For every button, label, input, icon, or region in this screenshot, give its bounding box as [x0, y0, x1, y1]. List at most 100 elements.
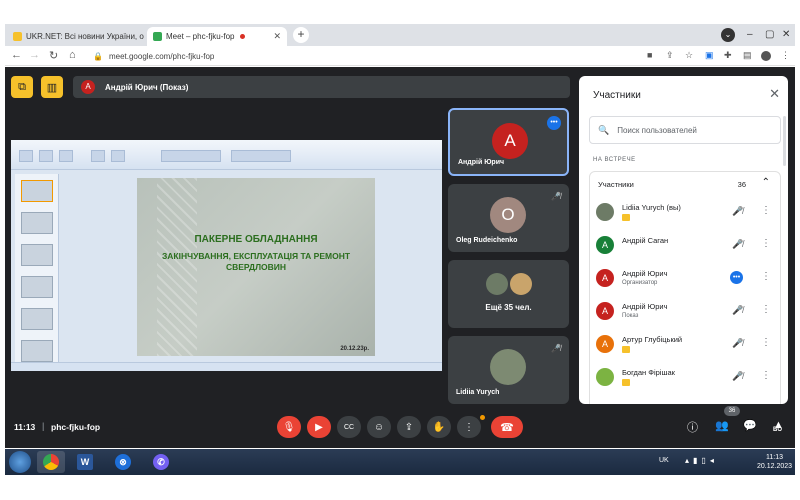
participant-row[interactable]: А Андрій Юрич Показ 🎤̸ ⋮: [596, 296, 776, 326]
more-vert-icon: ⋮: [464, 421, 474, 433]
participant-avatar: O: [490, 197, 526, 233]
more-options-button[interactable]: ⋮: [457, 416, 481, 438]
section-label: НА ВСТРЕЧЕ: [593, 157, 636, 163]
reload-icon[interactable]: ↻: [49, 49, 58, 62]
search-input[interactable]: [617, 125, 778, 135]
participant-name: Артур Глубіцький: [622, 335, 683, 344]
participant-avatar: А: [596, 302, 614, 320]
word-taskbar-app[interactable]: W: [71, 451, 99, 473]
chrome-icon: [43, 454, 59, 470]
start-button[interactable]: [9, 451, 31, 473]
tab-ukrnet[interactable]: UKR.NET: Всі новини України, о ✕: [7, 27, 147, 46]
participant-avatar: [596, 368, 614, 386]
panel-scrollbar[interactable]: [783, 116, 786, 166]
host-badge-icon: [622, 379, 630, 386]
camera-permission-icon[interactable]: ■: [647, 50, 652, 60]
tab-close-icon[interactable]: ✕: [269, 31, 281, 42]
participant-row[interactable]: А Андрій Юрич Организатор ••• ⋮: [596, 263, 776, 293]
url-text: meet.google.com/phc-fjku-fop: [108, 52, 215, 61]
close-panel-icon[interactable]: ✕: [769, 86, 780, 102]
participant-row[interactable]: Lidiia Yurych (вы) 🎤̸ ⋮: [596, 197, 776, 227]
participant-name: Lidiia Yurych: [456, 389, 500, 396]
people-count-badge: 36: [724, 406, 740, 416]
word-icon: W: [77, 454, 93, 470]
home-icon[interactable]: ⌂: [69, 49, 76, 61]
close-window-icon[interactable]: ✕: [782, 29, 790, 40]
clock-time: 11:13: [766, 454, 784, 461]
info-icon[interactable]: ⓘ: [687, 419, 698, 435]
host-badge-icon: [622, 214, 630, 221]
tab-search-icon[interactable]: ⌄: [721, 28, 735, 42]
more-options-icon[interactable]: ⋮: [761, 271, 771, 282]
slide-thumbnail: [21, 212, 53, 234]
extension-icon[interactable]: ▣: [705, 50, 714, 61]
participant-search[interactable]: 🔍: [589, 116, 781, 144]
meet-stage: ⧉ ▥ А Андрій Юрич (Показ) ПАКЕРНЕ ОБЛАДН…: [5, 67, 795, 448]
share-icon[interactable]: ⇪: [666, 50, 674, 61]
slide-thumbnail: [21, 308, 53, 330]
present-button[interactable]: ⇪: [397, 416, 421, 438]
participant-row[interactable]: Богдан Фірішак 🎤̸ ⋮: [596, 362, 776, 392]
address-bar[interactable]: 🔒 meet.google.com/phc-fjku-fop: [93, 49, 653, 64]
viber-taskbar-app[interactable]: ✆: [147, 451, 175, 473]
participant-row[interactable]: А Артур Глубіцький 🎤̸ ⋮: [596, 329, 776, 359]
slide-subtitle: ЗАКІНЧУВАННЯ, ЕКСПЛУАТАЦІЯ ТА РЕМОНТ СВЕ…: [161, 251, 351, 272]
tab-meet[interactable]: Meet – phc-fjku-fop ✕: [147, 27, 287, 46]
chat-icon[interactable]: 💬: [743, 419, 757, 432]
more-participants-tile[interactable]: Ещё 35 чел.: [448, 260, 569, 328]
more-participants-label: Ещё 35 чел.: [485, 303, 532, 312]
browser-menu-icon[interactable]: ⋮: [781, 50, 790, 61]
keyboard-language[interactable]: UK: [659, 457, 669, 464]
meeting-code: phc-fjku-fop: [51, 422, 101, 432]
mic-toggle-button[interactable]: 🎙: [277, 416, 301, 438]
more-options-icon[interactable]: ⋮: [761, 337, 771, 348]
leave-call-button[interactable]: ☎: [491, 416, 523, 438]
separator: |: [42, 421, 45, 431]
speaking-indicator-icon: •••: [730, 271, 743, 284]
slide-thumbnail: [21, 276, 53, 298]
mic-off-icon: 🎤̸: [551, 344, 561, 353]
more-options-icon[interactable]: ⋮: [761, 304, 771, 315]
captions-button[interactable]: CC: [337, 416, 361, 438]
system-clock[interactable]: 11:13 20.12.2023: [757, 453, 792, 471]
more-options-icon[interactable]: ⋮: [761, 238, 771, 249]
current-slide: ПАКЕРНЕ ОБЛАДНАННЯ ЗАКІНЧУВАННЯ, ЕКСПЛУА…: [137, 178, 375, 356]
app-taskbar-app[interactable]: ⊗: [109, 451, 137, 473]
more-options-icon[interactable]: ⋮: [761, 370, 771, 381]
minimize-icon[interactable]: –: [747, 29, 753, 40]
participant-avatar: [596, 203, 614, 221]
collapse-chevron-icon[interactable]: ⌃: [762, 177, 770, 188]
camera-toggle-button[interactable]: ▶: [307, 416, 331, 438]
participant-tile-self[interactable]: 🎤̸ Lidiia Yurych: [448, 336, 569, 404]
participant-row[interactable]: А Андрій Саган 🎤̸ ⋮: [596, 230, 776, 260]
recording-dot-icon: [240, 34, 246, 39]
participant-role: Организатор: [622, 280, 658, 286]
slide-thumbnails: [15, 174, 59, 368]
extension-puzzle-icon[interactable]: ✚: [724, 50, 732, 61]
powerpoint-ribbon: [11, 140, 442, 170]
slide-date: 20.12.23р.: [340, 346, 369, 352]
participant-avatar: А: [596, 236, 614, 254]
group-count: 36: [737, 180, 746, 189]
participant-name: Богдан Фірішак: [622, 368, 675, 377]
reactions-button[interactable]: ☺: [367, 416, 391, 438]
more-options-icon[interactable]: ⋮: [761, 205, 771, 216]
system-tray-icons[interactable]: ▴▮▯◂: [685, 456, 718, 465]
new-tab-button[interactable]: +: [293, 27, 309, 43]
people-icon[interactable]: 👥: [715, 419, 729, 432]
layout-icon[interactable]: ▥: [41, 76, 63, 98]
screenshot-frame: UKR.NET: Всі новини України, о ✕ Meet – …: [0, 0, 800, 500]
back-icon[interactable]: ←: [11, 49, 22, 61]
participant-tile[interactable]: O 🎤̸ Oleg Rudeichenko: [448, 184, 569, 252]
profile-avatar[interactable]: [761, 51, 771, 61]
raise-hand-button[interactable]: ✋: [427, 416, 451, 438]
stop-presentation-icon[interactable]: ⧉: [11, 76, 33, 98]
maximize-icon[interactable]: ▢: [765, 29, 774, 40]
sidepanel-icon[interactable]: ▤: [743, 50, 752, 61]
forward-icon[interactable]: →: [29, 49, 40, 61]
chrome-taskbar-app[interactable]: [37, 451, 65, 473]
participant-tile-speaker[interactable]: А ••• Андрій Юрич: [448, 108, 569, 176]
bookmark-star-icon[interactable]: ☆: [685, 50, 693, 61]
participant-name: Андрій Юрич: [622, 269, 668, 278]
participant-avatar: А: [596, 269, 614, 287]
